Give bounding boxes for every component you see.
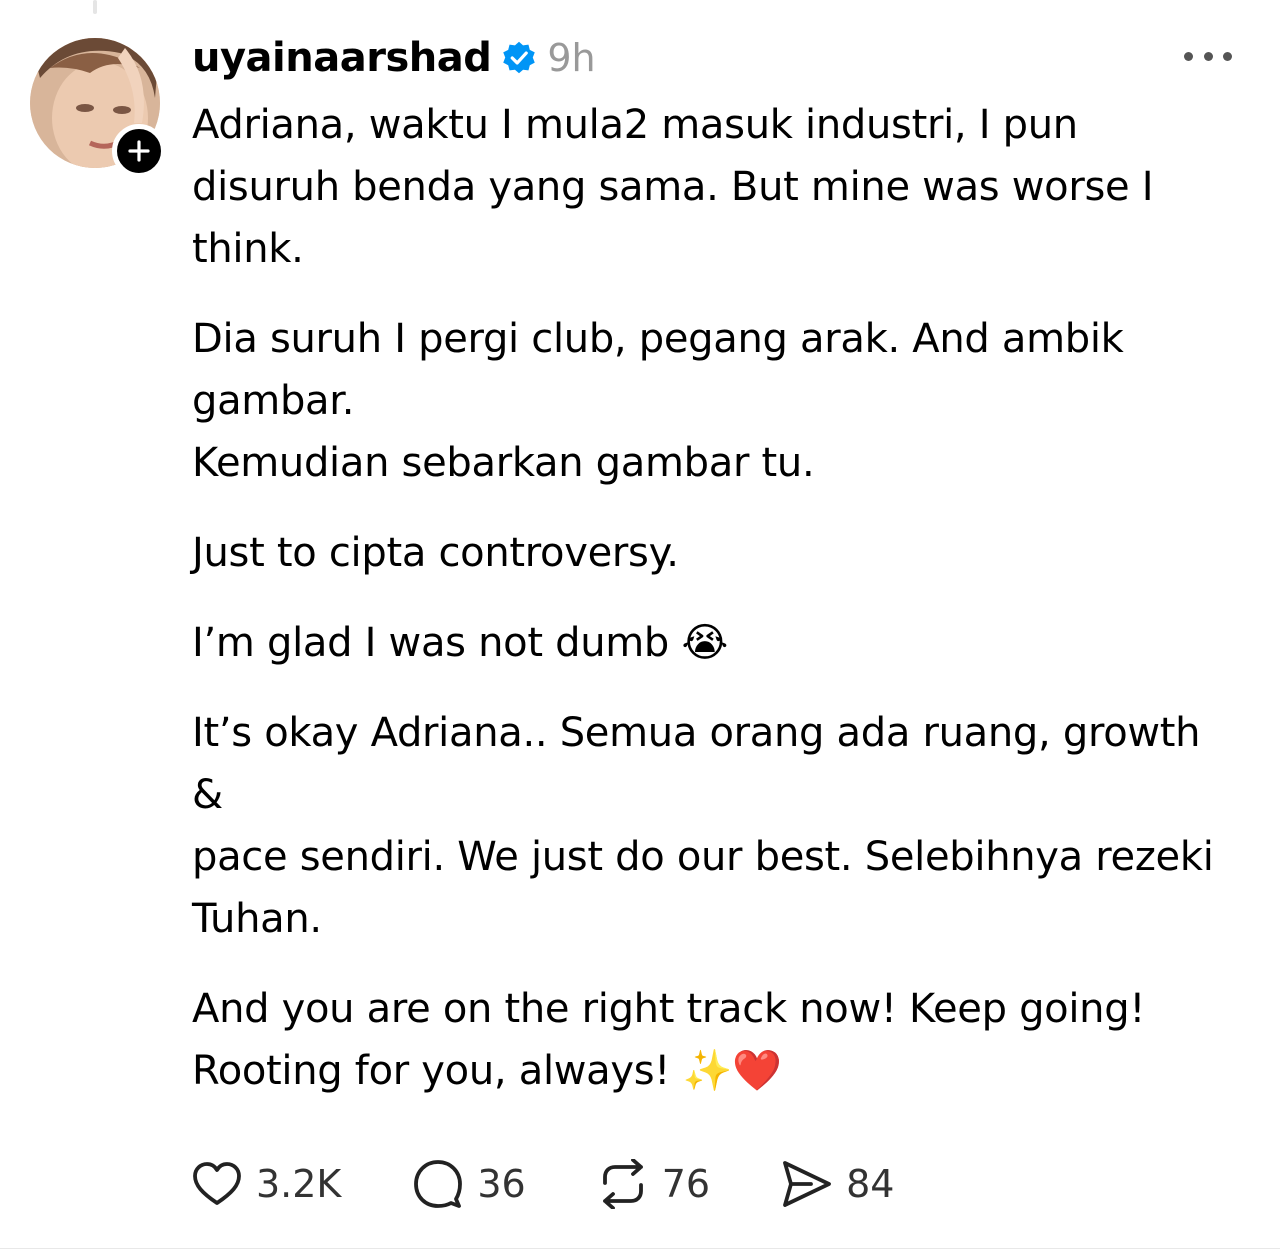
divider: [0, 1248, 1280, 1249]
share-count: 84: [846, 1162, 895, 1206]
avatar-container[interactable]: [30, 38, 166, 178]
reply-button[interactable]: 36: [411, 1157, 526, 1211]
more-options-icon: [1223, 51, 1232, 61]
share-button[interactable]: 84: [780, 1157, 894, 1211]
paper-plane-icon: [780, 1157, 834, 1211]
reply-count: 36: [477, 1162, 526, 1206]
post-paragraph: It’s okay Adriana.. Semua orang ada ruan…: [192, 710, 1214, 942]
like-button[interactable]: 3.2K: [190, 1157, 341, 1211]
post-header: uyainaarshad 9h: [192, 30, 596, 86]
post-actions-bar: 3.2K 36 76 84: [190, 1156, 894, 1212]
more-options-icon: [1203, 51, 1213, 61]
more-options-button[interactable]: [1184, 46, 1232, 66]
post-paragraph: Just to cipta controversy.: [192, 530, 679, 576]
heart-icon: [190, 1157, 244, 1211]
post-paragraph: I’m glad I was not dumb 😭: [192, 620, 728, 666]
post-paragraph: And you are on the right track now! Keep…: [192, 986, 1146, 1094]
repost-count: 76: [661, 1162, 711, 1206]
more-options-icon: [1184, 51, 1193, 61]
verified-badge-icon: [503, 41, 536, 74]
repost-button[interactable]: 76: [596, 1157, 710, 1211]
plus-icon: [128, 140, 150, 162]
follow-button[interactable]: [112, 124, 166, 178]
post-paragraph: Dia suruh I pergi club, pegang arak. And…: [192, 316, 1124, 486]
thread-connector-line: [93, 0, 97, 14]
repost-arrows-icon: [596, 1157, 650, 1211]
post-paragraph: Adriana, waktu I mula2 masuk industri, I…: [192, 102, 1154, 272]
post-timestamp: 9h: [547, 36, 596, 80]
speech-bubble-icon: [411, 1157, 465, 1211]
like-count: 3.2K: [256, 1162, 342, 1206]
post-body: Adriana, waktu I mula2 masuk industri, I…: [192, 94, 1232, 1102]
username-link[interactable]: uyainaarshad: [192, 35, 492, 81]
